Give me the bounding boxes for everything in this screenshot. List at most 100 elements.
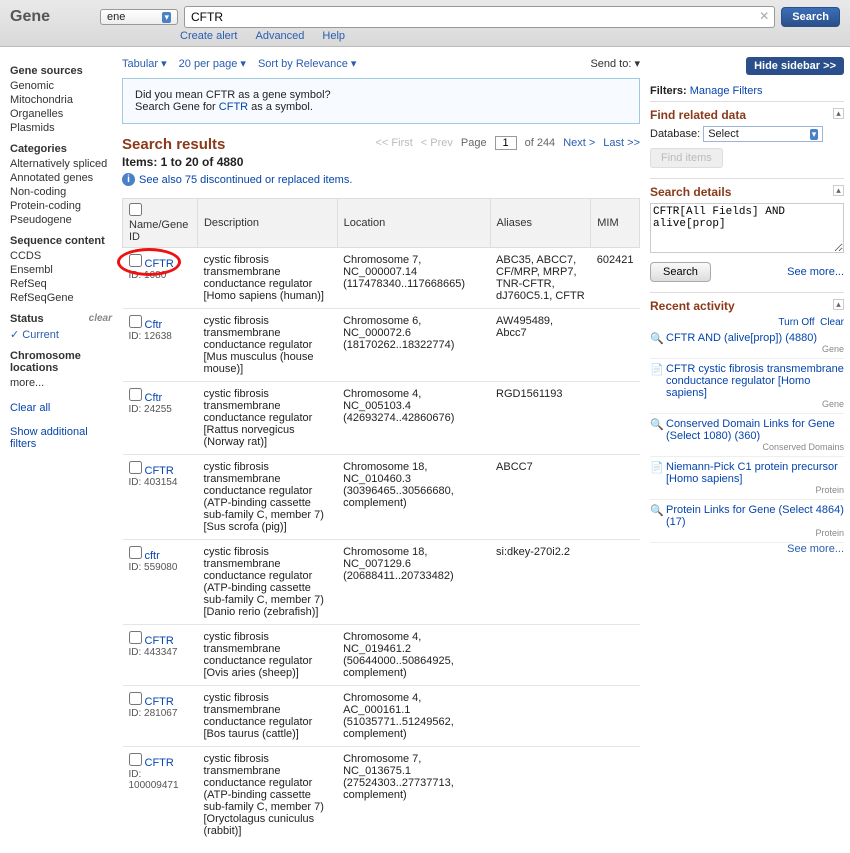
dym-line2: Search Gene for CFTR as a symbol. <box>135 101 627 113</box>
hide-sidebar-button[interactable]: Hide sidebar >> <box>746 57 844 75</box>
dym-link[interactable]: CFTR <box>219 101 248 113</box>
recent-link[interactable]: CFTR cystic fibrosis transmembrane condu… <box>666 363 844 399</box>
row-checkbox[interactable] <box>129 692 142 705</box>
facet-heading: Statusclear <box>10 313 112 325</box>
cell-desc: cystic fibrosis transmembrane conductanc… <box>197 382 337 455</box>
facet-item-current[interactable]: ✓ Current <box>10 327 112 342</box>
clear-status[interactable]: clear <box>89 313 112 324</box>
search-input[interactable] <box>184 6 775 28</box>
pager-next[interactable]: Next > <box>563 137 595 149</box>
row-checkbox[interactable] <box>129 388 142 401</box>
see-also-link[interactable]: See also 75 discontinued or replaced ite… <box>139 174 352 186</box>
row-checkbox[interactable] <box>129 461 142 474</box>
facet-item[interactable]: RefSeq <box>10 277 112 291</box>
dym-line1: Did you mean CFTR as a gene symbol? <box>135 89 627 101</box>
facet-item[interactable]: Alternatively spliced <box>10 157 112 171</box>
send-to[interactable]: Send to: ▾ <box>590 57 640 70</box>
gene-link[interactable]: CFTR <box>145 696 174 708</box>
row-checkbox[interactable] <box>129 315 142 328</box>
help-link[interactable]: Help <box>322 30 345 42</box>
recent-link[interactable]: CFTR AND (alive[prop]) (4880) <box>666 332 817 344</box>
recent-link[interactable]: Niemann-Pick C1 protein precursor [Homo … <box>666 461 838 485</box>
page-input[interactable] <box>495 136 517 150</box>
facet-item[interactable]: Pseudogene <box>10 213 112 227</box>
facet-item[interactable]: Ensembl <box>10 263 112 277</box>
database-select[interactable]: ene▾ <box>100 9 178 25</box>
see-more-link[interactable]: See more... <box>787 266 844 278</box>
recent-source: Conserved Domains <box>666 442 844 452</box>
chevron-down-icon: ▾ <box>162 12 171 23</box>
gene-link[interactable]: CFTR <box>145 635 174 647</box>
facet-item[interactable]: RefSeqGene <box>10 291 112 305</box>
search-details-textarea[interactable]: CFTR[All Fields] AND alive[prop] <box>650 203 844 253</box>
table-row: CFTRID: 1080cystic fibrosis transmembran… <box>123 248 640 309</box>
table-row: CFTRID: 403154cystic fibrosis transmembr… <box>123 455 640 540</box>
gene-link[interactable]: Cftr <box>145 392 163 404</box>
cell-alias: ABC35, ABCC7, CF/MRP, MRP7, TNR-CFTR, dJ… <box>490 248 591 309</box>
clear-all-link[interactable]: Clear all <box>10 402 50 414</box>
search-button[interactable]: Search <box>781 7 840 27</box>
related-db-select[interactable]: Select▾ <box>703 126 823 142</box>
row-checkbox[interactable] <box>129 546 142 559</box>
clear-link[interactable]: Clear <box>820 317 844 328</box>
cell-mim <box>591 625 640 686</box>
recent-icon: 📄 <box>650 363 662 409</box>
facet-item[interactable]: Genomic <box>10 79 112 93</box>
gene-link[interactable]: cftr <box>145 550 160 562</box>
recent-item[interactable]: 🔍CFTR AND (alive[prop]) (4880)Gene <box>650 328 844 359</box>
col-loc[interactable]: Location <box>337 199 490 248</box>
col-desc[interactable]: Description <box>197 199 337 248</box>
collapse-icon[interactable]: ▴ <box>833 185 844 196</box>
col-alias[interactable]: Aliases <box>490 199 591 248</box>
col-name[interactable]: Name/Gene ID <box>123 199 198 248</box>
collapse-icon[interactable]: ▴ <box>833 108 844 119</box>
gene-link[interactable]: Cftr <box>145 319 163 331</box>
results-count: Items: 1 to 20 of 4880 <box>122 155 352 169</box>
gene-link[interactable]: CFTR <box>145 465 174 477</box>
header: Gene ene▾ ✕ Search Create alert Advanced… <box>0 0 850 47</box>
create-alert-link[interactable]: Create alert <box>180 30 237 42</box>
recent-item[interactable]: 📄Niemann-Pick C1 protein precursor [Homo… <box>650 457 844 500</box>
turn-off-link[interactable]: Turn Off <box>778 317 814 328</box>
advanced-link[interactable]: Advanced <box>255 30 304 42</box>
recent-link[interactable]: Conserved Domain Links for Gene (Select … <box>666 418 835 442</box>
facet-item[interactable]: Non-coding <box>10 185 112 199</box>
cell-mim <box>591 382 640 455</box>
sort-by[interactable]: Sort by Relevance ▾ <box>258 57 356 70</box>
facet-item[interactable]: Organelles <box>10 107 112 121</box>
per-page[interactable]: 20 per page ▾ <box>179 57 246 70</box>
details-search-button[interactable]: Search <box>650 262 711 282</box>
cell-alias <box>490 747 591 844</box>
table-row: CFTRID: 100009471cystic fibrosis transme… <box>123 747 640 844</box>
facet-more[interactable]: more... <box>10 376 112 390</box>
gene-id: ID: 100009471 <box>129 769 192 791</box>
chevron-down-icon: ▾ <box>810 129 819 140</box>
row-checkbox[interactable] <box>129 254 142 267</box>
col-mim[interactable]: MIM <box>591 199 640 248</box>
recent-link[interactable]: Protein Links for Gene (Select 4864) (17… <box>666 504 844 528</box>
table-row: CftrID: 12638cystic fibrosis transmembra… <box>123 309 640 382</box>
row-checkbox[interactable] <box>129 753 142 766</box>
see-more-link[interactable]: See more... <box>787 543 844 555</box>
display-format[interactable]: Tabular ▾ <box>122 57 167 70</box>
info-icon: i <box>122 173 135 186</box>
facet-item[interactable]: Protein-coding <box>10 199 112 213</box>
facet-item[interactable]: Annotated genes <box>10 171 112 185</box>
table-row: CFTRID: 443347cystic fibrosis transmembr… <box>123 625 640 686</box>
facet-item[interactable]: Plasmids <box>10 121 112 135</box>
facet-item[interactable]: Mitochondria <box>10 93 112 107</box>
recent-item[interactable]: 🔍Protein Links for Gene (Select 4864) (1… <box>650 500 844 543</box>
pager-last[interactable]: Last >> <box>603 137 640 149</box>
recent-item[interactable]: 🔍Conserved Domain Links for Gene (Select… <box>650 414 844 457</box>
collapse-icon[interactable]: ▴ <box>833 299 844 310</box>
gene-link[interactable]: CFTR <box>145 258 174 270</box>
gene-link[interactable]: CFTR <box>145 757 174 769</box>
recent-item[interactable]: 📄CFTR cystic fibrosis transmembrane cond… <box>650 359 844 414</box>
row-checkbox[interactable] <box>129 631 142 644</box>
show-additional-filters[interactable]: Show additional filters <box>10 426 88 450</box>
gene-id: ID: 1080 <box>129 270 192 281</box>
manage-filters-link[interactable]: Manage Filters <box>690 85 763 97</box>
facet-item[interactable]: CCDS <box>10 249 112 263</box>
clear-icon[interactable]: ✕ <box>759 9 769 23</box>
select-all-checkbox[interactable] <box>129 203 142 216</box>
